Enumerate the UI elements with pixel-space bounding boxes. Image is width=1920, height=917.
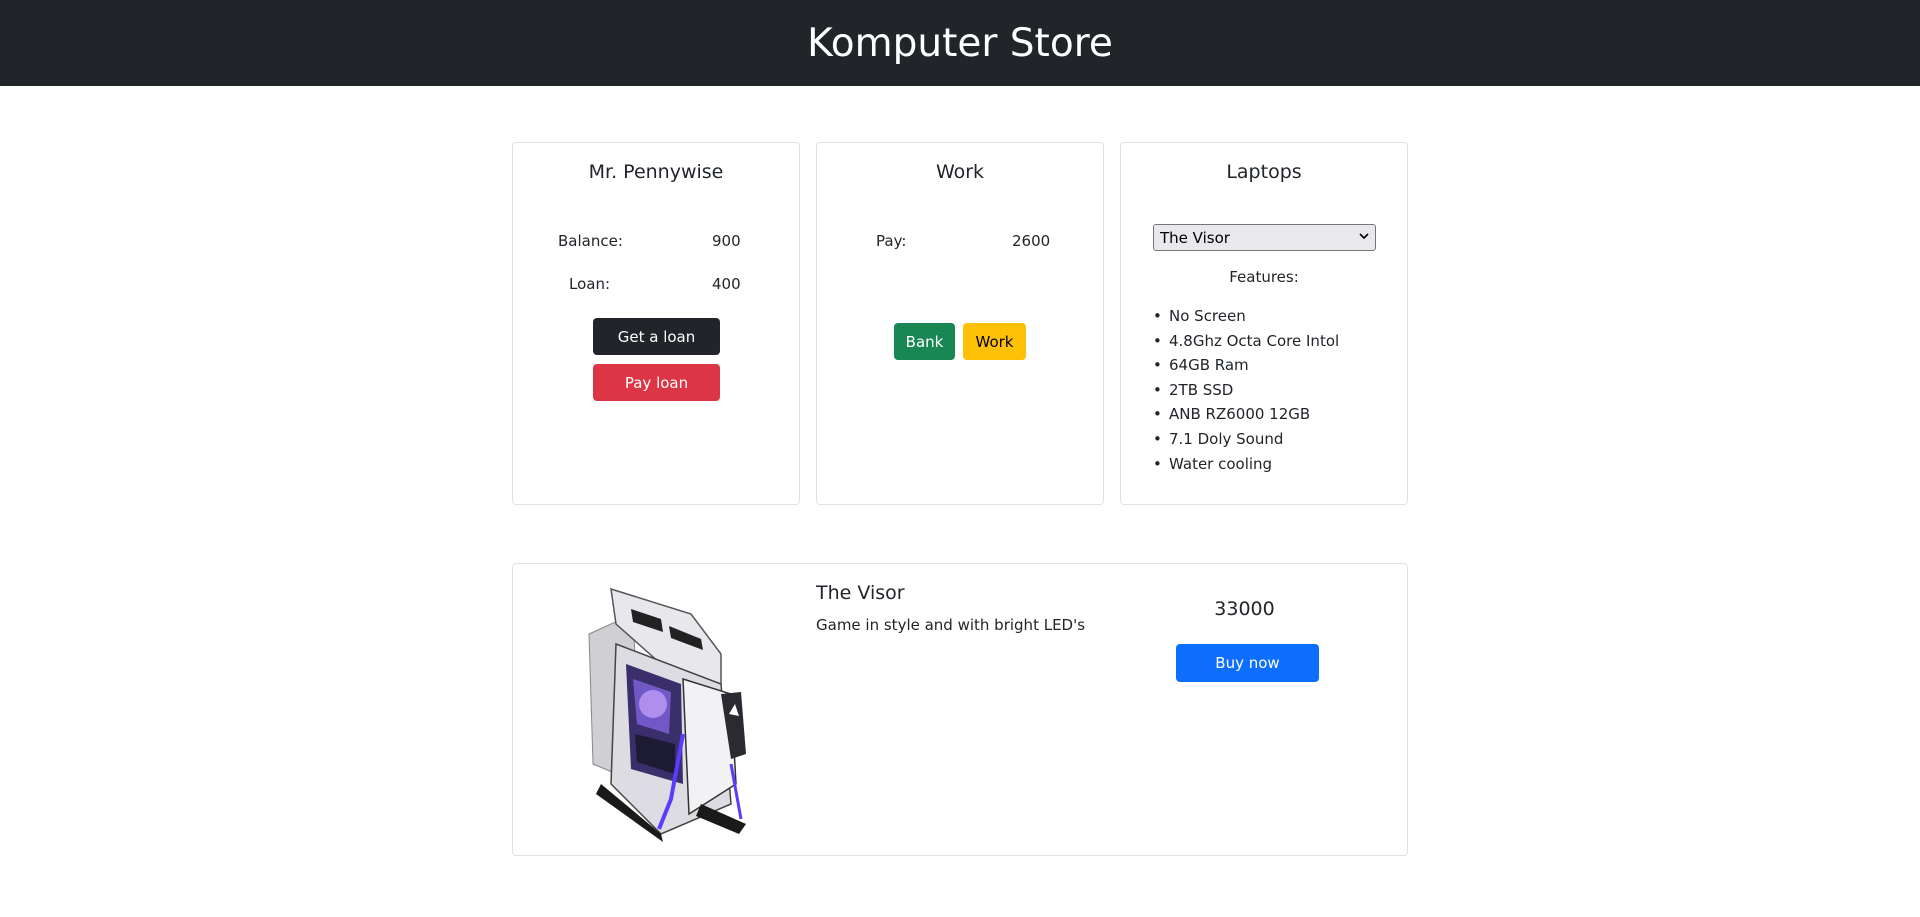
features-label: Features:	[1229, 268, 1299, 286]
work-button[interactable]: Work	[963, 323, 1026, 360]
feature-item: 2TB SSD	[1153, 378, 1339, 403]
product-price: 33000	[1214, 598, 1275, 620]
pay-value: 2600	[1012, 232, 1051, 250]
loan-label: Loan:	[569, 275, 611, 293]
laptops-title: Laptops	[1226, 161, 1302, 183]
feature-item: ANB RZ6000 12GB	[1153, 402, 1339, 427]
laptops-card: Laptops The Visor Features: No Screen 4.…	[1120, 142, 1408, 505]
bank-button[interactable]: Bank	[894, 323, 955, 360]
get-loan-button[interactable]: Get a loan	[593, 318, 720, 355]
feature-item: Water cooling	[1153, 452, 1339, 477]
work-title: Work	[935, 161, 985, 183]
buy-now-button[interactable]: Buy now	[1176, 644, 1319, 682]
laptop-select[interactable]: The Visor	[1153, 224, 1376, 251]
pc-case-icon	[571, 584, 791, 842]
laptop-select-value: The Visor	[1160, 228, 1230, 247]
work-card: Work Pay: 2600 Bank Work	[816, 142, 1104, 505]
balance-label: Balance:	[558, 232, 623, 250]
feature-item: No Screen	[1153, 304, 1339, 329]
chevron-down-icon	[1359, 232, 1369, 243]
product-card: The Visor Game in style and with bright …	[512, 563, 1408, 856]
bank-card: Mr. Pennywise Balance: 900 Loan: 400 Get…	[512, 142, 800, 505]
page-title: Komputer Store	[807, 20, 1113, 66]
feature-item: 7.1 Doly Sound	[1153, 427, 1339, 452]
navbar: Komputer Store	[0, 0, 1920, 86]
bank-title: Mr. Pennywise	[588, 161, 724, 183]
feature-item: 64GB Ram	[1153, 353, 1339, 378]
balance-value: 900	[712, 232, 741, 250]
pay-loan-button[interactable]: Pay loan	[593, 364, 720, 401]
feature-item: 4.8Ghz Octa Core Intol	[1153, 329, 1339, 354]
loan-value: 400	[712, 275, 741, 293]
product-name: The Visor	[816, 582, 905, 604]
features-list: No Screen 4.8Ghz Octa Core Intol 64GB Ra…	[1153, 304, 1339, 476]
product-description: Game in style and with bright LED's	[816, 616, 1086, 634]
pay-label: Pay:	[876, 232, 907, 250]
